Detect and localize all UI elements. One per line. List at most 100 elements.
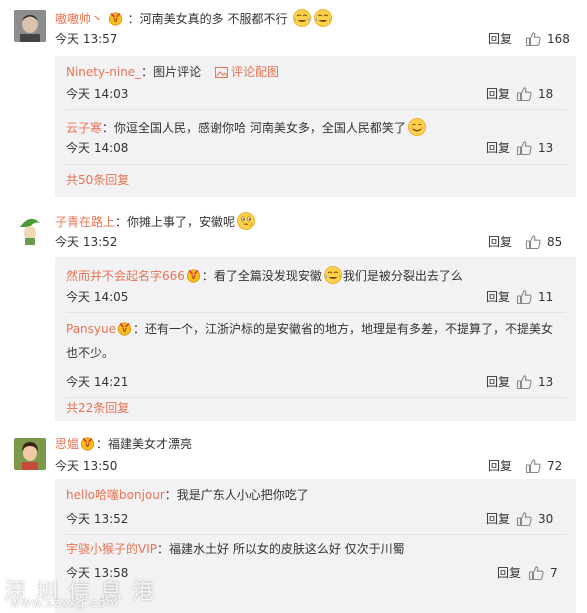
reply-text-continued: 我们是被分裂出去了么 — [342, 269, 463, 283]
vip-badge-icon — [80, 436, 95, 451]
timestamp: 今天 13:52 — [55, 235, 118, 249]
reply-button[interactable]: 回复 — [488, 458, 512, 474]
like-button[interactable]: 7 — [528, 565, 566, 581]
reply-line: Pansyue ：还有一个，江浙沪标的是安徽省的地方，地理是有多差，不提算了，不提… — [66, 321, 553, 337]
like-button[interactable]: 72 — [525, 458, 575, 474]
vip-badge-icon — [117, 321, 132, 336]
like-count: 11 — [538, 290, 554, 304]
divider — [66, 312, 566, 313]
reply-line: hello哈噻bonjour：我是广东人小心把你吃了 — [66, 487, 309, 503]
username-link[interactable]: 宇骁小猴子的VIP — [66, 542, 157, 556]
comment-meta: 今天 13:52 回复 85 — [55, 234, 575, 250]
avatar[interactable] — [14, 10, 46, 42]
thumbs-up-icon — [516, 511, 532, 527]
comment-meta: 今天 13:57 回复 168 — [55, 31, 575, 47]
username-link[interactable]: Pansyue — [66, 322, 116, 336]
like-count: 18 — [538, 87, 554, 101]
username-link[interactable]: Ninety-nine_ — [66, 65, 141, 79]
username-link[interactable]: 思媪 — [55, 437, 79, 451]
reply-line: 然而并不会起名字666 ：看了全篇没发现安徽 我们是被分裂出去了么 — [66, 265, 463, 285]
cry-laugh-emoji-icon — [292, 8, 312, 28]
username-link[interactable]: 嗷嗷帅丶 — [55, 12, 103, 26]
username-link[interactable]: 云子寒 — [66, 121, 102, 135]
reply-text: ：福建水土好 所以女的皮肤这么好 仅次于川蜀 — [157, 542, 405, 556]
avatar[interactable] — [14, 213, 46, 245]
username-link[interactable]: hello哈噻bonjour — [66, 488, 165, 502]
comment-line: 子青在路上：你摊上事了，安徽呢 — [55, 211, 256, 231]
like-button[interactable]: 11 — [516, 289, 566, 305]
reply-meta: 今天 14:03 回复 18 — [66, 86, 566, 102]
thinking-emoji-icon — [236, 211, 256, 231]
reply-line: Ninety-nine_：图片评论 评论配图 — [66, 64, 279, 80]
comment-text: ：福建美女才漂亮 — [96, 437, 193, 451]
timestamp: 今天 14:08 — [66, 141, 129, 155]
timestamp: 今天 14:05 — [66, 290, 129, 304]
like-button[interactable]: 18 — [516, 86, 566, 102]
like-button[interactable]: 168 — [525, 31, 575, 47]
cry-laugh-emoji-icon — [323, 265, 343, 285]
like-button[interactable]: 30 — [516, 511, 566, 527]
thumbs-up-icon — [516, 140, 532, 156]
username-link[interactable]: 然而并不会起名字666 — [66, 269, 185, 283]
reply-meta: 今天 14:08 回复 13 — [66, 140, 566, 156]
timestamp: 今天 13:50 — [55, 459, 118, 473]
reply-line: 云子寒：你逗全国人民，感谢你哈 河南美女多，全国人民都笑了 — [66, 117, 427, 137]
comment-meta: 今天 13:50 回复 72 — [55, 458, 575, 474]
reply-text: ：看了全篇没发现安徽 — [201, 269, 322, 283]
cry-laugh-emoji-icon — [313, 8, 333, 28]
like-button[interactable]: 13 — [516, 140, 566, 156]
thumbs-up-icon — [525, 31, 541, 47]
thumbs-up-icon — [516, 86, 532, 102]
thumbs-up-icon — [516, 289, 532, 305]
smile-emoji-icon — [407, 117, 427, 137]
reply-text: ：图片评论 — [141, 65, 202, 79]
reply-text-line2: 也不少。 — [66, 346, 115, 360]
reply-button[interactable]: 回复 — [497, 565, 521, 581]
divider — [66, 109, 566, 110]
timestamp: 今天 13:52 — [66, 512, 129, 526]
vip-badge-icon — [186, 268, 201, 283]
comment-line: 嗷嗷帅丶 ：河南美女真的多 不服都不行 — [55, 8, 333, 28]
like-button[interactable]: 13 — [516, 374, 566, 390]
like-count: 7 — [550, 566, 558, 580]
reply-text: ：还有一个，江浙沪标的是安徽省的地方，地理是有多差，不提算了，不提美女 — [133, 322, 554, 336]
like-count: 72 — [547, 459, 563, 473]
reply-meta: 今天 13:52 回复 30 — [66, 511, 566, 527]
image-comment-link[interactable]: 评论配图 — [231, 65, 279, 79]
divider — [66, 164, 566, 165]
like-button[interactable]: 85 — [525, 234, 575, 250]
reply-button[interactable]: 回复 — [486, 86, 510, 102]
reply-button[interactable]: 回复 — [486, 374, 510, 390]
like-count: 13 — [538, 375, 554, 389]
more-replies-link[interactable]: 共50条回复 — [66, 172, 129, 188]
like-count: 85 — [547, 235, 563, 249]
reply-box: 然而并不会起名字666 ：看了全篇没发现安徽 我们是被分裂出去了么 今天 14:05… — [55, 257, 576, 421]
like-count: 13 — [538, 141, 554, 155]
reply-box: Ninety-nine_：图片评论 评论配图 今天 14:03 回复 18 云子… — [55, 56, 576, 197]
thumbs-up-icon — [525, 234, 541, 250]
comment-line: 思媪 ：福建美女才漂亮 — [55, 436, 192, 452]
vip-badge-icon — [108, 11, 123, 26]
thumbs-up-icon — [528, 565, 544, 581]
reply-button[interactable]: 回复 — [488, 234, 512, 250]
comment-text: ：你摊上事了，安徽呢 — [115, 215, 236, 229]
timestamp: 今天 13:57 — [55, 32, 118, 46]
thumbs-up-icon — [516, 374, 532, 390]
divider — [66, 534, 566, 535]
reply-button[interactable]: 回复 — [488, 31, 512, 47]
more-replies-link[interactable]: 共22条回复 — [66, 400, 129, 416]
username-link[interactable]: 子青在路上 — [55, 215, 115, 229]
reply-button[interactable]: 回复 — [486, 511, 510, 527]
reply-text: ：我是广东人小心把你吃了 — [164, 488, 309, 502]
avatar[interactable] — [14, 438, 46, 470]
reply-text: ：你逗全国人民，感谢你哈 河南美女多，全国人民都笑了 — [102, 121, 406, 135]
reply-button[interactable]: 回复 — [486, 289, 510, 305]
like-count: 30 — [538, 512, 554, 526]
timestamp: 今天 14:21 — [66, 375, 129, 389]
watermark-url: www.szxxg.com — [10, 596, 119, 610]
like-count: 168 — [547, 32, 570, 46]
thumbs-up-icon — [525, 458, 541, 474]
comment-text: ：河南美女真的多 不服都不行 — [127, 12, 288, 26]
reply-button[interactable]: 回复 — [486, 140, 510, 156]
reply-line: 宇骁小猴子的VIP：福建水土好 所以女的皮肤这么好 仅次于川蜀 — [66, 541, 405, 557]
